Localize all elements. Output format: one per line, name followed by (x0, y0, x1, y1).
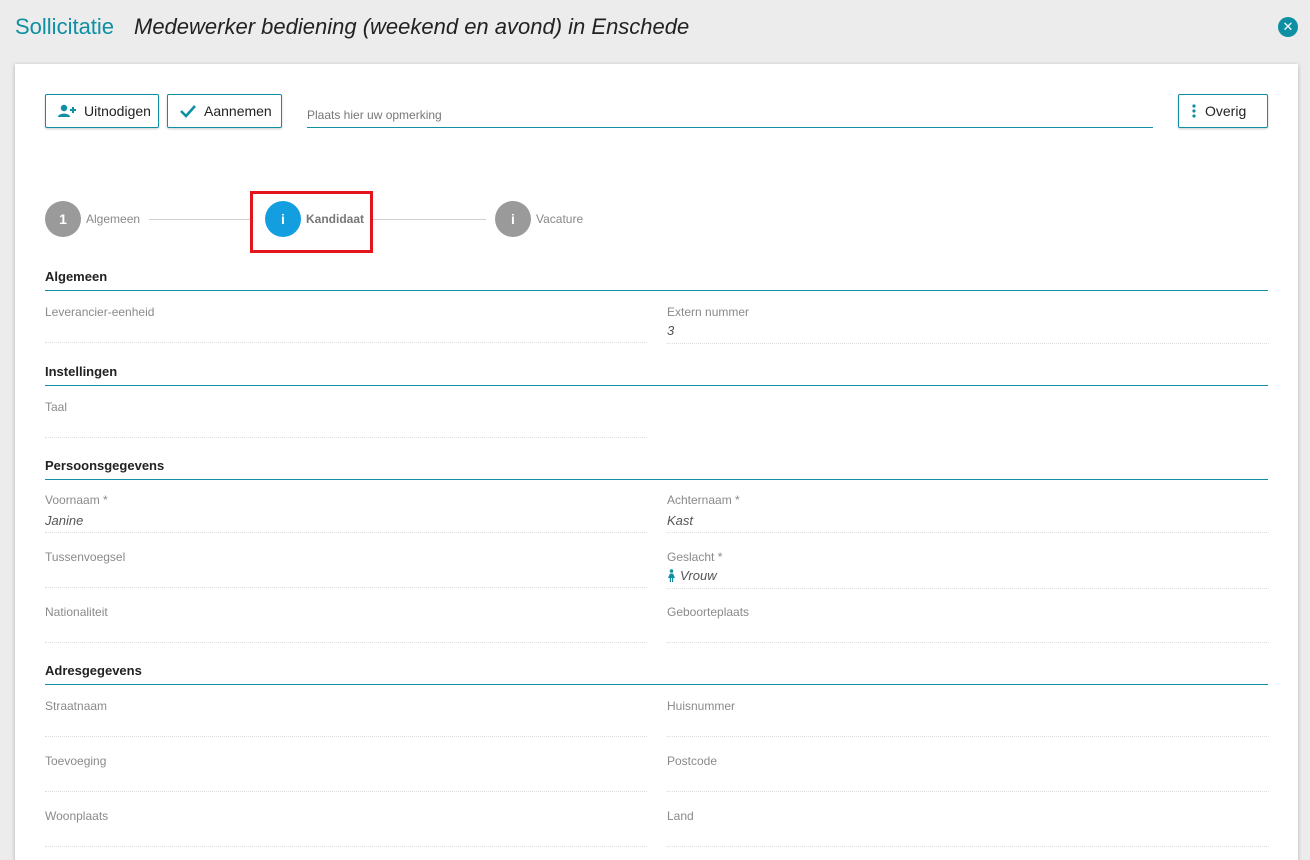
more-label: Overig (1205, 103, 1247, 119)
gender-field[interactable]: Vrouw (667, 568, 717, 583)
language-label: Taal (45, 400, 68, 414)
step-algemeen[interactable]: Algemeen (86, 212, 140, 226)
section-divider (45, 684, 1268, 685)
infix-label: Tussenvoegsel (45, 550, 126, 564)
field-underline (667, 343, 1269, 344)
field-underline (45, 791, 647, 792)
stepper-connector (371, 219, 486, 220)
field-underline (45, 437, 647, 438)
field-underline (45, 642, 647, 643)
street-label: Straatnaam (45, 699, 108, 713)
nationality-label: Nationaliteit (45, 605, 108, 619)
field-underline (45, 532, 647, 533)
remark-input[interactable] (307, 102, 1153, 128)
section-title-algemeen: Algemeen (45, 269, 108, 284)
field-underline (667, 532, 1269, 533)
step-vacature[interactable]: Vacature (536, 212, 583, 226)
step-3-info-icon[interactable]: i (495, 201, 531, 237)
section-title-adresgegevens: Adresgegevens (45, 663, 142, 678)
field-underline (45, 846, 647, 847)
field-underline (667, 736, 1269, 737)
stepper-connector (149, 219, 251, 220)
field-underline (667, 791, 1269, 792)
section-title-persoonsgegevens: Persoonsgegevens (45, 458, 165, 473)
field-underline (667, 588, 1269, 589)
city-label: Woonplaats (45, 809, 109, 823)
birthplace-label: Geboorteplaats (667, 605, 750, 619)
house-number-label: Huisnummer (667, 699, 736, 713)
hire-button[interactable]: Aannemen (167, 94, 282, 128)
field-underline (45, 587, 647, 588)
last-name-value[interactable]: Kast (667, 513, 693, 528)
step-highlight-box (250, 191, 373, 253)
more-button[interactable]: Overig (1178, 94, 1268, 128)
gender-value: Vrouw (680, 568, 717, 583)
external-number-value[interactable]: 3 (667, 323, 674, 338)
first-name-label: Voornaam * (45, 493, 108, 507)
postcode-label: Postcode (667, 754, 718, 768)
gender-label: Geslacht * (667, 550, 723, 564)
field-underline (667, 846, 1269, 847)
field-underline (45, 736, 647, 737)
section-divider (45, 385, 1268, 386)
external-number-label: Extern nummer (667, 305, 750, 319)
section-divider (45, 479, 1268, 480)
country-label: Land (667, 809, 694, 823)
invite-button[interactable]: Uitnodigen (45, 94, 159, 128)
addition-label: Toevoeging (45, 754, 107, 768)
vertical-dots-icon (1191, 104, 1197, 118)
check-icon (180, 104, 196, 118)
main-card: Uitnodigen Aannemen Overig 1 Algemeen i … (15, 64, 1298, 860)
app-title: Sollicitatie (15, 14, 115, 39)
page-title: Medewerker bediening (weekend en avond) … (134, 14, 690, 39)
step-1-badge[interactable]: 1 (45, 201, 81, 237)
supplier-unit-label: Leverancier-eenheid (45, 305, 155, 319)
close-icon[interactable]: ✕ (1278, 17, 1298, 37)
title-bar: Sollicitatie Medewerker bediening (weeke… (0, 0, 1310, 56)
female-icon (667, 569, 676, 582)
section-title-instellingen: Instellingen (45, 364, 118, 379)
hire-label: Aannemen (204, 103, 272, 119)
field-underline (667, 642, 1269, 643)
field-underline (45, 342, 647, 343)
first-name-value[interactable]: Janine (45, 513, 83, 528)
last-name-label: Achternaam * (667, 493, 740, 507)
add-user-icon (58, 104, 76, 118)
section-divider (45, 290, 1268, 291)
invite-label: Uitnodigen (84, 103, 151, 119)
